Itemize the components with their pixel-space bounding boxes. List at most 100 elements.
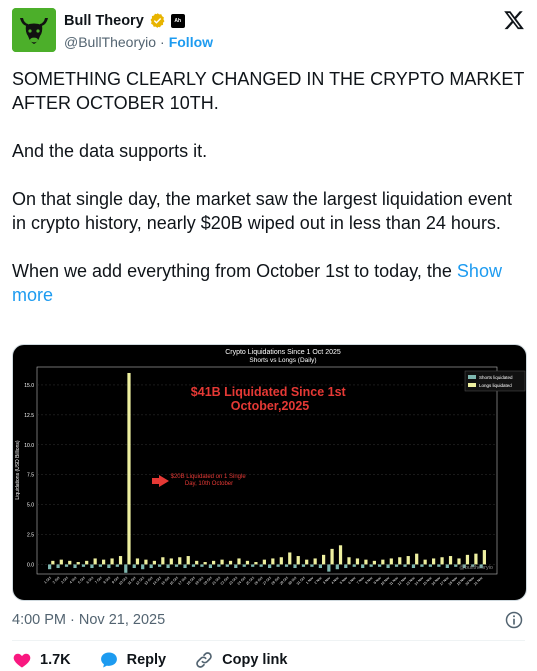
bar-shorts: [318, 564, 322, 569]
copy-link-label: Copy link: [222, 652, 288, 668]
x-tick-label: 6 Oct: [86, 576, 95, 585]
bar-longs: [364, 559, 368, 565]
bar-shorts: [310, 564, 314, 567]
bar-longs: [355, 558, 360, 565]
bar-longs: [381, 559, 385, 565]
bar-shorts: [183, 564, 187, 569]
bar-shorts: [293, 564, 297, 569]
bar-shorts: [386, 564, 390, 569]
bar-shorts: [90, 564, 94, 569]
y-tick-label: 2.5: [27, 533, 34, 539]
legend: Shorts liquidated Longs liquidated: [464, 370, 526, 392]
x-tick-label: 8 Oct: [103, 576, 112, 585]
y-tick-label: 0.0: [27, 562, 34, 568]
display-name[interactable]: Bull Theory: [64, 13, 144, 29]
x-logo-icon[interactable]: [503, 9, 525, 31]
bar-longs: [457, 558, 461, 565]
follow-button[interactable]: Follow: [169, 34, 213, 50]
bar-longs: [398, 557, 402, 565]
bar-shorts: [251, 564, 255, 567]
bar-longs: [203, 562, 207, 565]
legend-label-longs: Longs liquidated: [479, 383, 512, 388]
bar-shorts: [301, 564, 306, 567]
bar-longs: [186, 556, 190, 565]
bar-longs: [135, 558, 140, 565]
bar-longs: [465, 554, 470, 565]
bar-longs: [440, 557, 444, 565]
bar-longs: [347, 557, 351, 565]
legend-swatch-longs: [468, 383, 476, 387]
bar-longs: [93, 558, 97, 565]
liquidation-chart: Crypto Liquidations Since 1 Oct 2025 Sho…: [15, 349, 526, 587]
tweet-text: SOMETHING CLEARLY CHANGED IN THE CRYPTO …: [12, 67, 527, 307]
chart-watermark: @bulltheoryio: [459, 565, 493, 571]
chart-subtitle: Shorts vs Longs (Daily): [249, 357, 316, 364]
separator: ·: [160, 34, 165, 50]
bar-shorts: [411, 564, 416, 569]
link-icon: [196, 652, 212, 668]
bar-longs: [245, 560, 250, 565]
bar-shorts: [403, 564, 407, 567]
info-icon[interactable]: [504, 610, 524, 630]
media-image[interactable]: Crypto Liquidations Since 1 Oct 2025 Sho…: [12, 344, 527, 601]
bar-shorts: [369, 564, 373, 567]
bar-longs: [68, 560, 72, 565]
bar-shorts: [242, 564, 246, 567]
x-ticks: 1 Oct 2 Oct 3 Oct 4 Oct 5 Oct 6 Oct 7 Oct 8 Oct…: [43, 576, 483, 587]
x-tick-label: 2 Nov: [314, 576, 323, 585]
bar-longs: [322, 554, 326, 565]
bar-longs: [110, 558, 114, 565]
bar-longs: [76, 562, 80, 565]
bar-shorts: [327, 564, 331, 572]
bar-longs: [372, 560, 376, 565]
x-tick-label: 1 Nov: [305, 576, 314, 585]
tweet-paragraph: When we add everything from October 1st …: [12, 261, 452, 281]
annotation-arrow-icon: [152, 475, 169, 487]
bar-shorts: [174, 564, 179, 567]
like-button[interactable]: 1.7K: [12, 650, 71, 670]
bar-shorts: [98, 564, 102, 567]
timestamp[interactable]: 4:00 PM · Nov 21, 2025: [12, 612, 165, 628]
tweet-paragraph: And the data supports it.: [12, 141, 208, 161]
bar-shorts: [107, 564, 111, 569]
x-tick-label: 5 Oct: [77, 576, 86, 585]
bar-shorts: [234, 564, 238, 569]
affiliate-badge-icon[interactable]: Ah: [170, 13, 185, 28]
legend-label-shorts: Shorts liquidated: [479, 375, 513, 380]
bar-longs: [288, 552, 292, 565]
y-tick-label: 5.0: [27, 503, 34, 509]
bar-longs: [102, 559, 106, 565]
handle-row: @BullTheoryio · Follow: [64, 34, 213, 50]
x-tick-label: 31 Oct: [296, 576, 306, 586]
reply-button[interactable]: Reply: [99, 650, 167, 670]
bar-longs: [305, 559, 309, 565]
handle[interactable]: @BullTheoryio: [64, 34, 156, 50]
bar-shorts: [217, 564, 221, 567]
likes-count: 1.7K: [40, 652, 71, 668]
bar-shorts: [166, 564, 170, 569]
bar-shorts: [420, 564, 424, 567]
bar-shorts: [115, 564, 119, 567]
y-tick-label: 7.5: [27, 473, 34, 479]
bar-shorts: [208, 564, 212, 569]
reply-label: Reply: [126, 652, 167, 668]
x-tick-label: 5 Nov: [339, 576, 348, 585]
y-ticks: 0.0 2.5 5.0 7.5 10.0 12.5 15.0: [24, 383, 34, 568]
bar-shorts: [378, 564, 382, 567]
x-tick-label: 4 Oct: [69, 576, 78, 585]
chart-title: Crypto Liquidations Since 1 Oct 2025: [225, 349, 341, 356]
bar-longs: [482, 550, 486, 565]
avatar[interactable]: [12, 8, 56, 52]
arrow-note-line: Day, 10th October: [185, 481, 233, 487]
copy-link-button[interactable]: Copy link: [194, 650, 287, 670]
x-tick-label: 8 Nov: [364, 576, 373, 585]
action-bar: 1.7K Reply Copy link: [12, 650, 315, 670]
tweet-paragraph-last: When we add everything from October 1st …: [12, 259, 527, 307]
bar-longs: [212, 560, 216, 565]
bar-shorts: [48, 564, 52, 570]
bar-shorts: [276, 564, 280, 567]
divider: [12, 640, 525, 641]
bar-shorts: [81, 564, 86, 567]
x-tick-label: 7 Nov: [356, 576, 365, 585]
x-tick-label: 6 Nov: [347, 576, 356, 585]
